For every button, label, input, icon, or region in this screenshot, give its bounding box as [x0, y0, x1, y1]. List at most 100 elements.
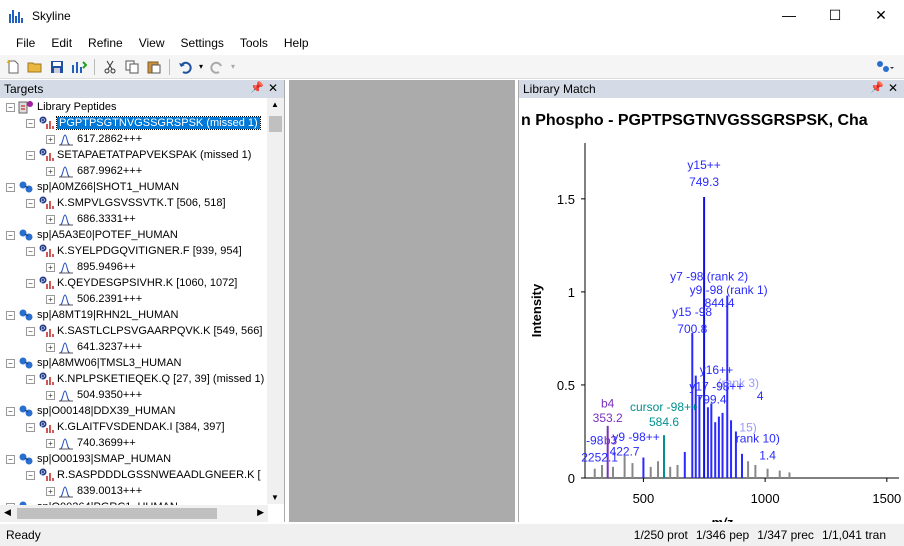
- collapse-minus-icon[interactable]: −: [6, 406, 15, 416]
- tree-node-peptide[interactable]: − P K.GLAITFVSDENDAK.I [384, 397]: [26, 419, 225, 435]
- peptide-icon: P: [39, 372, 54, 385]
- tree-node-precursor[interactable]: +687.9962+++: [46, 163, 142, 179]
- tree-node-peptide[interactable]: − P PGPTPSGTNVGSSGRSPSK (missed 1): [26, 115, 261, 131]
- tree-node-precursor[interactable]: +740.3699++: [46, 435, 136, 451]
- collapse-minus-icon[interactable]: −: [6, 182, 15, 192]
- collapse-minus-icon[interactable]: −: [6, 310, 15, 320]
- tree-node-protein[interactable]: − sp|A8MW06|TMSL3_HUMAN: [6, 355, 181, 371]
- tree-node-peptide[interactable]: − P K.SASTLCLPSVGAARPQVK.K [549, 566]: [26, 323, 262, 339]
- tree-node-peptide[interactable]: − P K.QEYDESGPSIVHR.K [1060, 1072]: [26, 275, 237, 291]
- tree-node-precursor[interactable]: +686.3331++: [46, 211, 136, 227]
- new-document-icon[interactable]: [2, 56, 24, 78]
- peptide-icon: P: [39, 276, 54, 289]
- tree-node-precursor[interactable]: +506.2391+++: [46, 291, 142, 307]
- toolbar: ▾ ▾: [0, 55, 904, 79]
- collapse-minus-icon[interactable]: −: [26, 246, 35, 256]
- collapse-minus-icon[interactable]: −: [26, 118, 35, 128]
- scroll-up-arrow-icon[interactable]: ▲: [271, 100, 279, 109]
- collapse-minus-icon[interactable]: −: [26, 198, 35, 208]
- tree-node-label: sp|O00193|SMAP_HUMAN: [37, 453, 172, 465]
- collapse-minus-icon[interactable]: −: [26, 374, 35, 384]
- collapse-minus-icon[interactable]: −: [26, 150, 35, 160]
- tree-node-protein[interactable]: − sp|A8MT19|RHN2L_HUMAN: [6, 307, 178, 323]
- maximize-button[interactable]: ☐: [812, 0, 858, 30]
- status-bar: Ready 1/250 prot 1/346 pep 1/347 prec 1/…: [0, 524, 904, 546]
- peak-annotation: -98: [586, 434, 604, 448]
- pin-icon[interactable]: 📌: [250, 81, 264, 94]
- expand-plus-icon[interactable]: +: [46, 166, 55, 176]
- collapse-minus-icon[interactable]: −: [6, 230, 15, 240]
- expand-plus-icon[interactable]: +: [46, 486, 55, 496]
- expand-plus-icon[interactable]: +: [46, 262, 55, 272]
- tree-node-peptide[interactable]: − P K.SYELPDGQVITIGNER.F [939, 954]: [26, 243, 242, 259]
- tree-node-protein[interactable]: − Library Peptides: [6, 99, 117, 115]
- collapse-minus-icon[interactable]: −: [6, 358, 15, 368]
- protein-icon: [19, 453, 33, 465]
- tree-node-precursor[interactable]: +895.9496++: [46, 259, 136, 275]
- expand-plus-icon[interactable]: +: [46, 134, 55, 144]
- vertical-scroll-thumb[interactable]: [269, 116, 282, 132]
- targets-tree[interactable]: − Library Peptides − P PGPTPSGTNVGSSGRSPSK (…: [0, 98, 284, 506]
- scroll-down-arrow-icon[interactable]: ▼: [271, 493, 279, 502]
- redo-dropdown-chevron-icon[interactable]: ▾: [228, 56, 238, 78]
- tree-node-label: K.QEYDESGPSIVHR.K [1060, 1072]: [57, 277, 238, 289]
- tree-node-peptide[interactable]: − P SETAPAETATPAPVEKSPAK (missed 1): [26, 147, 251, 163]
- pin-icon[interactable]: 📌: [870, 81, 884, 94]
- collapse-minus-icon[interactable]: −: [26, 470, 35, 480]
- tree-node-precursor[interactable]: +839.0013+++: [46, 483, 142, 499]
- tree-node-precursor[interactable]: +617.2862+++: [46, 131, 142, 147]
- menu-help[interactable]: Help: [276, 36, 317, 50]
- save-icon[interactable]: [46, 56, 68, 78]
- tree-node-precursor[interactable]: +504.9350+++: [46, 387, 142, 403]
- expand-plus-icon[interactable]: +: [46, 390, 55, 400]
- menu-tools[interactable]: Tools: [232, 36, 276, 50]
- spectrum-chart[interactable]: n Phospho - PGPTPSGTNVGSSGRSPSK, Cha 500…: [519, 98, 904, 522]
- import-results-icon[interactable]: [68, 56, 90, 78]
- expand-plus-icon[interactable]: +: [46, 294, 55, 304]
- menu-refine[interactable]: Refine: [80, 36, 131, 50]
- undo-icon[interactable]: [174, 56, 196, 78]
- x-axis-label: m/z: [711, 515, 733, 522]
- tree-node-protein[interactable]: − sp|A5A3E0|POTEF_HUMAN: [6, 227, 178, 243]
- cut-icon[interactable]: [99, 56, 121, 78]
- paste-icon[interactable]: [143, 56, 165, 78]
- tree-node-protein[interactable]: − sp|O00193|SMAP_HUMAN: [6, 451, 171, 467]
- horizontal-scrollbar[interactable]: ◀ ▶: [0, 505, 268, 522]
- menu-file[interactable]: File: [8, 36, 43, 50]
- scroll-left-arrow-icon[interactable]: ◀: [4, 507, 11, 518]
- horizontal-scroll-thumb[interactable]: [17, 508, 217, 519]
- tree-node-protein[interactable]: − sp|O00148|DDX39_HUMAN: [6, 403, 175, 419]
- collapse-minus-icon[interactable]: −: [6, 102, 15, 112]
- undo-dropdown-chevron-icon[interactable]: ▾: [196, 56, 206, 78]
- tree-node-peptide[interactable]: − P K.SMPVLGSVSSVTK.T [506, 518]: [26, 195, 226, 211]
- peptide-type-icon[interactable]: [874, 56, 896, 78]
- collapse-minus-icon[interactable]: −: [6, 454, 15, 464]
- peptide-icon: P: [39, 468, 54, 481]
- copy-icon[interactable]: [121, 56, 143, 78]
- tree-node-protein[interactable]: − sp|A0MZ66|SHOT1_HUMAN: [6, 179, 179, 195]
- protein-icon: [19, 357, 33, 369]
- menu-view[interactable]: View: [131, 36, 173, 50]
- close-button[interactable]: ✕: [858, 0, 904, 30]
- expand-plus-icon[interactable]: +: [46, 214, 55, 224]
- tree-node-precursor[interactable]: +641.3237+++: [46, 339, 142, 355]
- menu-settings[interactable]: Settings: [173, 36, 232, 50]
- minimize-button[interactable]: —: [766, 0, 812, 30]
- collapse-minus-icon[interactable]: −: [26, 278, 35, 288]
- open-folder-icon[interactable]: [24, 56, 46, 78]
- expand-plus-icon[interactable]: +: [46, 342, 55, 352]
- tree-node-peptide[interactable]: − P K.NPLPSKETIEQEK.Q [27, 39] (missed 1): [26, 371, 264, 387]
- tree-node-peptide[interactable]: − P R.SASPDDDLGSSNWEAADLGNEER.K [: [26, 467, 261, 483]
- redo-icon[interactable]: [206, 56, 228, 78]
- expand-plus-icon[interactable]: +: [46, 438, 55, 448]
- peak-annotation: y17 -98++: [689, 380, 743, 394]
- scroll-right-arrow-icon[interactable]: ▶: [257, 507, 264, 518]
- menu-edit[interactable]: Edit: [43, 36, 80, 50]
- close-panel-icon[interactable]: ✕: [268, 81, 278, 95]
- close-panel-icon[interactable]: ✕: [888, 81, 898, 95]
- tree-node-label: 506.2391+++: [77, 293, 143, 305]
- y-tick-label: 0.5: [557, 378, 575, 393]
- collapse-minus-icon[interactable]: −: [26, 326, 35, 336]
- collapse-minus-icon[interactable]: −: [26, 422, 35, 432]
- vertical-scrollbar[interactable]: ▲ ▼: [267, 98, 284, 504]
